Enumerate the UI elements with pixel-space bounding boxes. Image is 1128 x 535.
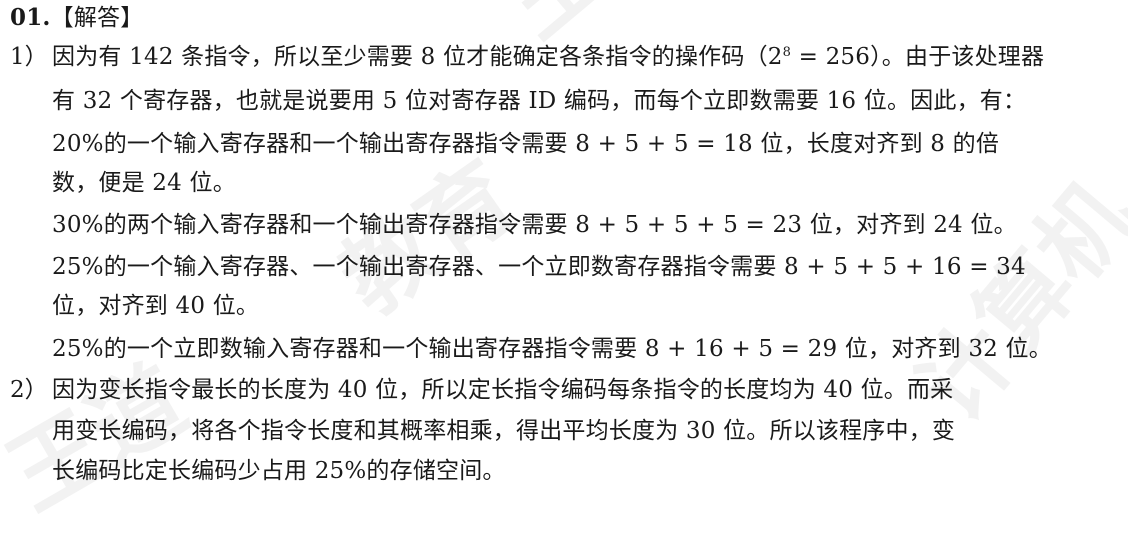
item-2-line-3: 长编码比定长编码少占用 25%的存储空间。 — [52, 458, 506, 484]
item-1-line-1: 因为有 142 条指令，所以至少需要 8 位才能确定各条指令的操作码（28 = … — [52, 42, 1044, 72]
item-1-line-1-text-a: 因为有 142 条指令，所以至少需要 8 位才能确定各条指令的操作码（2 — [52, 44, 783, 70]
case-25b-line-1: 25%的一个立即数输入寄存器和一个输出寄存器指令需要 8 + 16 + 5 = … — [52, 336, 1052, 362]
case-20-line-2: 数，便是 24 位。 — [52, 170, 236, 196]
answer-title: 【解答】 — [50, 5, 144, 31]
case-20-line-1: 20%的一个输入寄存器和一个输出寄存器指令需要 8 + 5 + 5 = 18 位… — [52, 131, 1000, 157]
solution-heading: 01.【解答】 — [10, 3, 143, 33]
exponent: 8 — [782, 45, 792, 60]
item-1-label: 1） — [10, 44, 48, 70]
item-2-line-1: 因为变长指令最长的长度为 40 位，所以定长指令编码每条指令的长度均为 40 位… — [52, 377, 954, 403]
item-1-line-1-text-b: = 256）。由于该处理器 — [791, 44, 1045, 70]
case-25a-line-1: 25%的一个输入寄存器、一个输出寄存器、一个立即数寄存器指令需要 8 + 5 +… — [52, 254, 1026, 280]
item-2-line-2: 用变长编码，将各个指令长度和其概率相乘，得出平均长度为 30 位。所以该程序中，… — [52, 418, 956, 444]
case-30-line-1: 30%的两个输入寄存器和一个输出寄存器指令需要 8 + 5 + 5 + 5 = … — [52, 212, 1017, 238]
question-number: 01. — [10, 4, 51, 31]
item-1-line-2: 有 32 个寄存器，也就是说要用 5 位对寄存器 ID 编码，而每个立即数需要 … — [52, 88, 1027, 114]
case-25a-line-2: 位，对齐到 40 位。 — [52, 293, 260, 319]
item-2-label: 2） — [10, 377, 48, 403]
solution-page: 王道 教育 计算机 王道 01.【解答】 1） 因为有 142 条指令，所以至少… — [0, 0, 1128, 531]
